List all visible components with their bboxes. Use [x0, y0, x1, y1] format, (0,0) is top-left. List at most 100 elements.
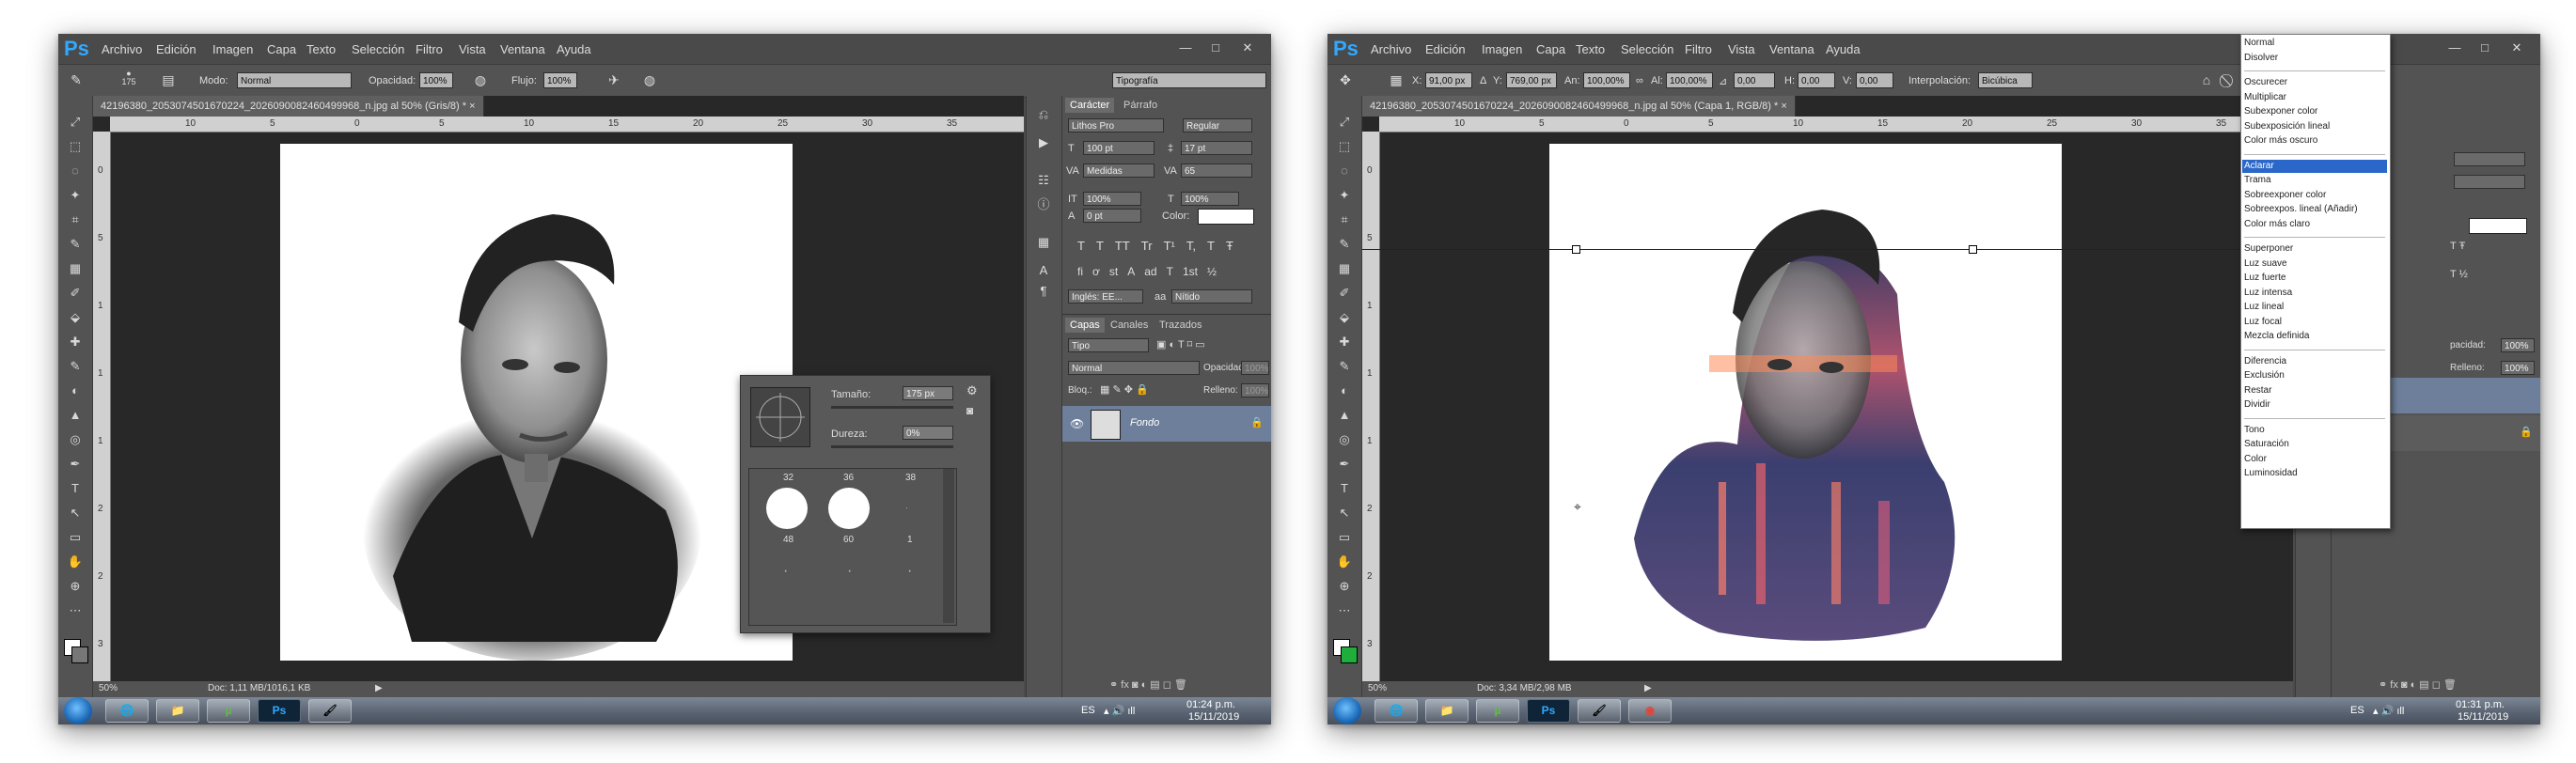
brush-size-field[interactable]: 175 px [903, 386, 953, 400]
swatches-icon[interactable]: ▦ [1034, 233, 1053, 252]
tool-icon[interactable]: ⤢ [66, 113, 85, 132]
menu-edicion[interactable]: Edición [1425, 42, 1466, 56]
partial-field[interactable] [2454, 175, 2525, 189]
windows-start-icon[interactable] [64, 697, 92, 724]
blend-mode-option[interactable]: Color [2244, 454, 2267, 464]
new-preset-icon[interactable]: ◙ [966, 404, 973, 417]
tool-icon[interactable]: ✚ [66, 333, 85, 351]
history-icon[interactable]: ⎌ [1034, 105, 1053, 124]
blend-mode-option[interactable]: Dividir [2244, 399, 2270, 410]
tool-icon[interactable]: ✦ [66, 186, 85, 205]
menu-vista[interactable]: Vista [459, 42, 486, 56]
blend-mode-option[interactable]: Sobreexpos. lineal (Añadir) [2244, 204, 2358, 214]
tool-icon[interactable]: ⊕ [1335, 577, 1354, 596]
menu-archivo[interactable]: Archivo [1371, 42, 1411, 56]
opacity-field[interactable]: 100% [419, 72, 453, 88]
properties-icon[interactable]: ☷ [1034, 171, 1053, 190]
blend-mode-option[interactable]: Aclarar [2244, 161, 2274, 171]
maximize-button[interactable]: □ [1203, 39, 1228, 56]
blend-mode-option[interactable]: Luz intensa [2244, 288, 2292, 298]
pressure-opacity-icon[interactable]: ◍ [472, 71, 489, 88]
character-icon[interactable]: A [1034, 261, 1053, 280]
background-color-swatch[interactable] [71, 646, 88, 663]
blend-mode-option[interactable]: Tono [2244, 425, 2265, 435]
tool-icon[interactable]: ✚ [1335, 333, 1354, 351]
tracking-field[interactable]: 65 [1181, 164, 1252, 178]
opentype-button[interactable]: A [1127, 265, 1135, 278]
fill-field[interactable]: 100% [1241, 383, 1269, 397]
brush-preset-swatch[interactable]: · [907, 563, 912, 580]
menu-ventana[interactable]: Ventana [1769, 42, 1814, 56]
canvas[interactable] [1549, 144, 2062, 661]
flow-field[interactable]: 100% [543, 72, 577, 88]
tool-icon[interactable]: ↖ [66, 504, 85, 522]
pressure-size-icon[interactable]: ◍ [641, 71, 658, 88]
width-field[interactable]: 100,00% [1583, 72, 1630, 88]
blend-mode-dropdown[interactable]: Normal Disolver Oscurecer Multiplicar Subexp… [2240, 34, 2391, 529]
tab-caracter[interactable]: Carácter [1065, 98, 1115, 113]
opentype-button[interactable]: fi [1077, 265, 1083, 278]
menu-vista[interactable]: Vista [1728, 42, 1755, 56]
font-family-select[interactable]: Lithos Pro [1068, 118, 1164, 132]
language-select[interactable]: Inglés: EE... [1068, 289, 1143, 304]
horizontal-scale-field[interactable]: 100% [1181, 192, 1239, 206]
tool-icon[interactable]: ⊕ [66, 577, 85, 596]
blend-mode-option[interactable]: Luminosidad [2244, 468, 2298, 478]
blend-mode-option[interactable]: Saturación [2244, 439, 2289, 449]
close-button[interactable]: ✕ [1235, 39, 1260, 56]
menu-seleccion[interactable]: Selección [1621, 42, 1673, 56]
tool-icon[interactable]: ✎ [1335, 357, 1354, 376]
tool-icon[interactable]: ↖ [1335, 504, 1354, 522]
opentype-buttons[interactable]: T ½ [2450, 269, 2468, 280]
opentype-button[interactable]: st [1109, 265, 1118, 278]
status-arrow-icon[interactable]: ▶ [375, 683, 383, 693]
brush-tool-icon[interactable]: ✎ [68, 71, 85, 88]
tool-icon[interactable]: ◌ [66, 162, 85, 180]
minimize-button[interactable]: — [2442, 39, 2467, 56]
eye-icon[interactable]: 👁 [1070, 417, 1084, 430]
tool-icon[interactable]: ◎ [1335, 430, 1354, 449]
blend-mode-option[interactable]: Sobreexponer color [2244, 190, 2326, 200]
paragraph-icon[interactable]: ¶ [1034, 282, 1053, 301]
layer-filter-select[interactable]: Tipo [1068, 338, 1149, 352]
tool-icon[interactable]: ◌ [1335, 162, 1354, 180]
actions-play-icon[interactable]: ▶ [1034, 133, 1053, 152]
blend-mode-option[interactable]: Superponer [2244, 243, 2293, 254]
language-indicator[interactable]: ES [2350, 705, 2364, 716]
windows-start-icon[interactable] [1333, 697, 1361, 724]
chrome-icon[interactable]: ◉ [1628, 699, 1672, 723]
menu-edicion[interactable]: Edición [156, 42, 196, 56]
menu-ventana[interactable]: Ventana [500, 42, 545, 56]
interpolation-select[interactable]: Bicúbica [1978, 72, 2033, 88]
transform-pivot-icon[interactable]: ⌖ [1574, 499, 1581, 515]
transform-handle[interactable] [1572, 245, 1580, 254]
vertical-scale-field[interactable]: 100% [1083, 192, 1141, 206]
tool-icon[interactable]: ✐ [1335, 284, 1354, 303]
baseline-field[interactable]: 0 pt [1083, 209, 1141, 223]
tool-icon[interactable]: ⋯ [1335, 601, 1354, 620]
tool-icon[interactable]: ✋ [66, 553, 85, 571]
layer-row[interactable]: 👁 Fondo 🔒 [1062, 406, 1271, 442]
tool-icon[interactable]: ✐ [66, 284, 85, 303]
document-tab[interactable]: 42196380_2053074501670224_20260900824604… [1362, 96, 1796, 117]
opentype-button[interactable]: ½ [1207, 265, 1217, 278]
blend-mode-option[interactable]: Luz fuerte [2244, 272, 2285, 283]
preset-scrollbar[interactable] [943, 469, 954, 623]
blend-mode-option[interactable]: Color más claro [2244, 219, 2310, 229]
brush-settings-gear-icon[interactable]: ⚙ [966, 383, 978, 398]
paint-icon[interactable]: 🖌 [308, 699, 352, 723]
utorrent-icon[interactable]: µ [1476, 699, 1519, 723]
v-skew-field[interactable]: 0,00 [1856, 72, 1893, 88]
tab-capas[interactable]: Capas [1065, 318, 1105, 333]
blend-mode-option[interactable]: Mezcla definida [2244, 331, 2309, 341]
clock-time[interactable]: 01:31 p.m. [2456, 699, 2505, 710]
folder-icon[interactable]: 📁 [156, 699, 199, 723]
photoshop-taskbar-icon[interactable]: Ps [258, 699, 301, 723]
menu-seleccion[interactable]: Selección [352, 42, 404, 56]
move-tool-icon[interactable]: ✥ [1337, 71, 1354, 88]
info-icon[interactable]: ⓘ [1034, 195, 1053, 214]
cancel-transform-icon[interactable]: ⃠ [2221, 71, 2238, 88]
brush-size-slider[interactable] [831, 406, 953, 409]
folder-icon[interactable]: 📁 [1425, 699, 1469, 723]
layer-blend-select[interactable]: Normal [1068, 361, 1200, 375]
